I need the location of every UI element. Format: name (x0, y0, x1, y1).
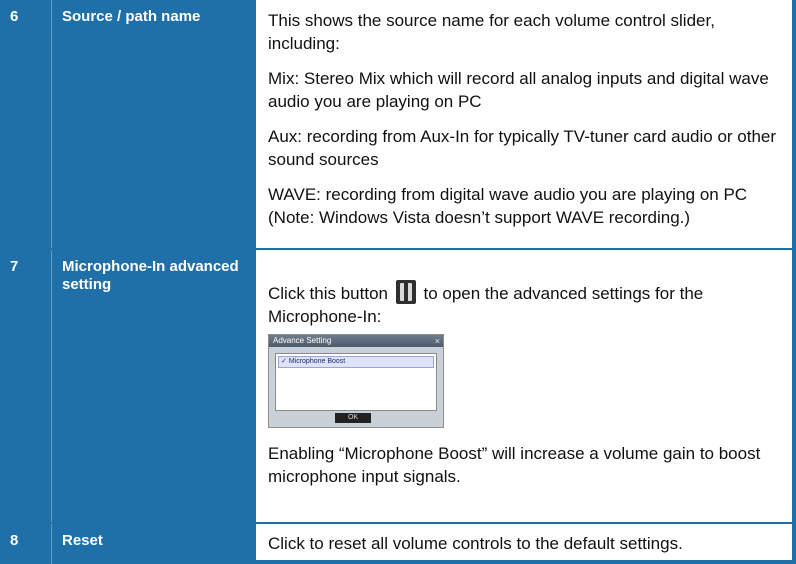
dialog-title-bar: Advance Setting × (269, 335, 443, 347)
row-number: 6 (0, 0, 52, 248)
dialog-ok-button: OK (335, 413, 371, 423)
description-paragraph: Click this button to open the advanced s… (268, 280, 784, 328)
settings-table: 6 Source / path name This shows the sour… (0, 0, 796, 564)
row-label: Reset (52, 524, 254, 564)
close-icon: × (434, 336, 440, 346)
dialog-options-list: ✓ Microphone Boost (275, 353, 437, 411)
description-paragraph: This shows the source name for each volu… (268, 11, 715, 53)
row-description: Click to reset all volume controls to th… (254, 524, 796, 564)
row-number: 8 (0, 524, 52, 564)
advance-setting-dialog-screenshot: Advance Setting × ✓ Microphone Boost OK (268, 334, 444, 428)
description-paragraph: Mix: Stereo Mix which will record all an… (268, 69, 769, 111)
row-description: Click this button to open the advanced s… (254, 250, 796, 522)
instruction-text: Click this button (268, 284, 388, 303)
advanced-settings-button-icon (395, 280, 416, 304)
option-label: Microphone Boost (288, 358, 346, 365)
row-label: Source / path name (52, 0, 254, 248)
row-number: 7 (0, 250, 52, 522)
row-label: Microphone-In advanced setting (52, 250, 254, 522)
description-paragraph: Aux: recording from Aux-In for typically… (268, 127, 777, 169)
row-description: This shows the source name for each volu… (254, 0, 796, 248)
description-paragraph: WAVE: recording from digital wave audio … (268, 185, 748, 227)
description-paragraph: Enabling “Microphone Boost” will increas… (268, 444, 761, 486)
description-paragraph: Click to reset all volume controls to th… (268, 534, 683, 553)
dialog-title: Advance Setting (273, 336, 332, 345)
microphone-boost-option: ✓ Microphone Boost (278, 356, 434, 368)
